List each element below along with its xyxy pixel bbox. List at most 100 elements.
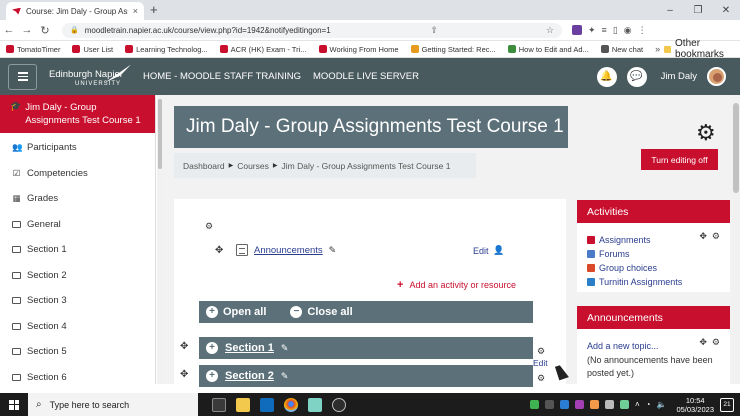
bookmark-item[interactable]: Getting Started: Rec... bbox=[410, 45, 496, 54]
drawer-item-section-5[interactable]: Section 5 bbox=[12, 346, 67, 357]
other-bookmarks-folder[interactable]: » Other bookmarks bbox=[655, 38, 734, 60]
section-gear-icon[interactable]: ⚙ bbox=[537, 346, 545, 357]
restore-button[interactable]: ❐ bbox=[684, 5, 712, 16]
new-tab-button[interactable]: + bbox=[150, 2, 158, 17]
user-name[interactable]: Jim Daly bbox=[661, 71, 697, 82]
taskbar-search-input[interactable]: ⌕ Type here to search bbox=[28, 393, 198, 416]
messages-icon[interactable]: 💬 bbox=[626, 66, 647, 87]
notifications-bell-icon[interactable]: 🔔 bbox=[596, 66, 617, 87]
bookmark-item[interactable]: Learning Technolog... bbox=[125, 45, 208, 54]
notification-center-icon[interactable]: 21 bbox=[720, 397, 734, 412]
tray-app-icon[interactable] bbox=[559, 400, 569, 409]
nav-link-live-server[interactable]: MOODLE LIVE SERVER bbox=[313, 71, 419, 82]
section-edit-menu[interactable]: Edit bbox=[533, 358, 548, 368]
breadcrumb-course[interactable]: Jim Daly - Group Assignments Test Course… bbox=[282, 161, 451, 171]
puzzle-icon[interactable]: ✦ bbox=[588, 25, 596, 36]
edit-title-pencil-icon[interactable]: ✎ bbox=[329, 245, 337, 256]
browser-tab-active[interactable]: Course: Jim Daly - Group Assign × bbox=[6, 2, 144, 20]
section-gear-icon[interactable]: ⚙ bbox=[537, 373, 545, 384]
task-view-icon[interactable] bbox=[212, 397, 226, 412]
turn-editing-off-button[interactable]: Turn editing off bbox=[641, 149, 718, 170]
section-1-header[interactable]: + Section 1 ✎ bbox=[199, 337, 533, 359]
activity-link-forums[interactable]: Forums bbox=[587, 249, 630, 259]
bookmark-item[interactable]: TomatoTimer bbox=[6, 45, 60, 54]
profile-icon[interactable]: ◉ bbox=[624, 25, 632, 36]
tray-app-icon[interactable] bbox=[619, 400, 629, 409]
add-new-topic-link[interactable]: Add a new topic... bbox=[587, 341, 659, 351]
avatar[interactable] bbox=[707, 67, 726, 86]
drawer-item-section-4[interactable]: Section 4 bbox=[12, 321, 67, 332]
bookmark-item[interactable]: User List bbox=[72, 45, 113, 54]
move-section-icon[interactable]: ✥ bbox=[180, 341, 188, 352]
edit-title-pencil-icon[interactable]: ✎ bbox=[281, 343, 289, 354]
add-activity-link[interactable]: + Add an activity or resource bbox=[397, 279, 516, 291]
file-explorer-icon[interactable] bbox=[236, 397, 250, 412]
share-icon[interactable]: ⇪ bbox=[431, 25, 439, 36]
block-gear-icon[interactable]: ⚙ bbox=[712, 231, 720, 242]
reload-icon[interactable]: ↻ bbox=[36, 24, 54, 37]
block-gear-icon[interactable]: ⚙ bbox=[712, 337, 720, 348]
bookmark-item[interactable]: ACR (HK) Exam - Tri... bbox=[219, 45, 307, 54]
bookmark-item[interactable]: Working From Home bbox=[318, 45, 399, 54]
bookmark-item[interactable]: New chat bbox=[600, 45, 643, 54]
drawer-item-section-2[interactable]: Section 2 bbox=[12, 270, 67, 281]
breadcrumb-courses[interactable]: Courses bbox=[237, 161, 269, 171]
activity-edit-menu[interactable]: Edit bbox=[473, 246, 489, 256]
section-2-header[interactable]: + Section 2 ✎ bbox=[199, 365, 533, 387]
tray-app-icon[interactable] bbox=[529, 400, 539, 409]
bookmark-item[interactable]: How to Edit and Ad... bbox=[507, 45, 589, 54]
course-settings-gear-icon[interactable]: ⚙ bbox=[696, 122, 718, 144]
outlook-icon[interactable] bbox=[260, 397, 274, 412]
minimize-button[interactable]: – bbox=[656, 5, 684, 16]
open-all-button[interactable]: + Open all bbox=[206, 306, 266, 318]
back-arrow-icon[interactable]: ← bbox=[0, 24, 18, 36]
drawer-item-section-1[interactable]: Section 1 bbox=[12, 244, 67, 255]
move-section-icon[interactable]: ✥ bbox=[180, 369, 188, 380]
url-input[interactable]: 🔒 moodletrain.napier.ac.uk/course/view.p… bbox=[62, 22, 562, 38]
move-icon[interactable]: ✥ bbox=[215, 245, 223, 256]
move-block-icon[interactable]: ✥ bbox=[699, 337, 707, 348]
breadcrumb-dashboard[interactable]: Dashboard bbox=[183, 161, 225, 171]
nav-link-home[interactable]: HOME - MOODLE STAFF TRAINING bbox=[143, 71, 301, 82]
section-2-link[interactable]: Section 2 bbox=[225, 370, 274, 382]
drawer-item-grades[interactable]: ▦ Grades bbox=[12, 193, 58, 204]
university-logo[interactable]: Edinburgh Napier UNIVERSITY bbox=[49, 63, 131, 91]
activity-link-group-choices[interactable]: Group choices bbox=[587, 263, 657, 273]
star-icon[interactable]: ☆ bbox=[546, 25, 554, 36]
page-scrollbar[interactable] bbox=[732, 95, 740, 384]
drawer-item-competencies[interactable]: ☑ Competencies bbox=[12, 168, 88, 179]
close-window-button[interactable]: ✕ bbox=[712, 5, 740, 16]
drawer-toggle-button[interactable] bbox=[8, 63, 37, 90]
drawer-item-participants[interactable]: 👥 Participants bbox=[12, 142, 77, 153]
tab-close-icon[interactable]: × bbox=[133, 6, 138, 16]
tray-app-icon[interactable] bbox=[604, 400, 614, 409]
sidepanel-icon[interactable]: ▯ bbox=[613, 25, 618, 36]
notepad-icon[interactable] bbox=[308, 397, 322, 412]
close-all-button[interactable]: − Close all bbox=[290, 306, 353, 318]
section-1-link[interactable]: Section 1 bbox=[225, 342, 274, 354]
volume-icon[interactable]: 🔈 bbox=[656, 400, 666, 409]
wifi-icon[interactable]: ◔ bbox=[646, 400, 651, 409]
menu-dots-icon[interactable]: ⋮ bbox=[638, 25, 647, 36]
chevron-up-icon[interactable]: ˄ bbox=[635, 400, 640, 409]
tray-app-icon[interactable] bbox=[544, 400, 554, 409]
windows-start-icon[interactable] bbox=[0, 393, 28, 416]
person-icon[interactable]: 👤 bbox=[493, 245, 504, 256]
drawer-item-general[interactable]: General bbox=[12, 219, 61, 230]
activity-link-turnitin-assignments[interactable]: Turnitin Assignments bbox=[587, 277, 682, 287]
drawer-item-course[interactable]: 🎓 Jim Daly - Group Assignments Test Cour… bbox=[0, 95, 155, 133]
playlist-icon[interactable]: ≡ bbox=[602, 25, 607, 35]
tray-app-icon[interactable] bbox=[589, 400, 599, 409]
announcements-link[interactable]: Announcements bbox=[254, 245, 323, 256]
move-block-icon[interactable]: ✥ bbox=[699, 231, 707, 242]
forward-arrow-icon[interactable]: → bbox=[18, 24, 36, 36]
chrome-icon[interactable] bbox=[284, 397, 298, 412]
drawer-item-section-3[interactable]: Section 3 bbox=[12, 295, 67, 306]
edit-title-pencil-icon[interactable]: ✎ bbox=[281, 371, 289, 382]
drawer-item-section-6[interactable]: Section 6 bbox=[12, 372, 67, 383]
obs-icon[interactable] bbox=[332, 397, 346, 412]
tray-app-icon[interactable] bbox=[574, 400, 584, 409]
taskbar-clock[interactable]: 10:54 05/03/2023 bbox=[676, 396, 714, 414]
section-general-gear-icon[interactable]: ⚙ bbox=[205, 221, 213, 232]
extension-icon[interactable] bbox=[572, 25, 582, 35]
